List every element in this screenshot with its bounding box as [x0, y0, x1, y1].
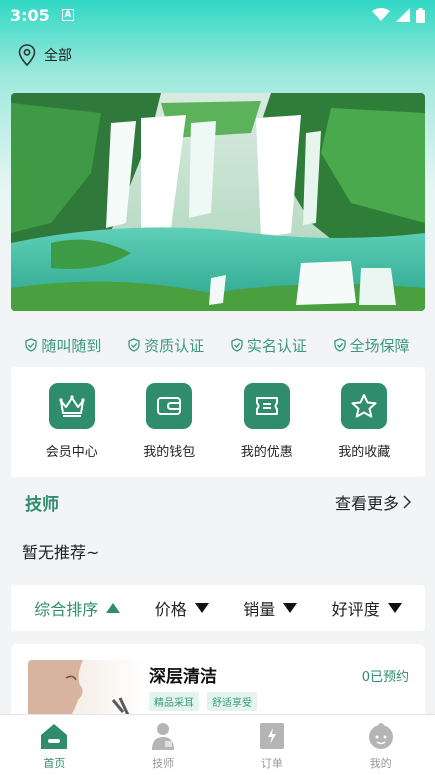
quick-item-label: 我的优惠: [240, 445, 293, 460]
banner-image[interactable]: [11, 93, 425, 311]
quick-item-label: 我的收藏: [338, 445, 391, 460]
order-icon: [257, 721, 287, 751]
tab-label: 订单: [260, 757, 283, 770]
face-profile-image: [28, 660, 130, 716]
product-card[interactable]: 深层清洁 0已预约 精品采耳 舒适享受: [11, 644, 425, 716]
wallet-icon: [146, 383, 193, 429]
shield-check-icon: [333, 338, 346, 352]
view-more-button[interactable]: 查看更多: [335, 490, 411, 514]
tab-label: 首页: [43, 757, 66, 770]
sort-label: 综合排序: [34, 600, 99, 619]
technician-icon: [148, 721, 178, 751]
status-icons: [372, 7, 425, 23]
feature-item: 全场保障: [333, 335, 410, 356]
chevron-right-icon: [403, 495, 411, 509]
triangle-down-icon: [387, 603, 402, 613]
tab-technicians[interactable]: 技师: [123, 721, 203, 771]
quick-item-wallet[interactable]: 我的钱包: [124, 383, 214, 477]
status-bar: 3:05 A: [0, 0, 435, 30]
product-tag: 舒适享受: [207, 692, 257, 711]
quick-item-coupons[interactable]: 我的优惠: [222, 383, 312, 477]
tab-label: 技师: [152, 757, 175, 770]
quick-item-favorites[interactable]: 我的收藏: [319, 383, 409, 477]
section-title: 技师: [25, 494, 59, 515]
sort-rating[interactable]: 好评度: [332, 596, 402, 620]
sort-label: 价格: [154, 600, 187, 619]
quick-actions-card: 会员中心 我的钱包 我的优惠 我的收藏: [11, 367, 425, 477]
quick-item-label: 我的钱包: [143, 445, 196, 460]
crown-icon: [48, 383, 95, 429]
wifi-icon: [372, 8, 390, 21]
sort-price[interactable]: 价格: [155, 596, 209, 620]
profile-icon: [366, 721, 396, 751]
sort-bar: 综合排序 价格 销量 好评度: [11, 585, 425, 631]
technicians-header: 技师 查看更多: [11, 487, 425, 517]
triangle-up-icon: [106, 603, 121, 613]
notification-icon: A: [61, 9, 74, 21]
feature-label: 全场保障: [349, 336, 410, 355]
product-thumbnail: [28, 660, 145, 716]
location-label: 全部: [44, 48, 72, 64]
sort-label: 好评度: [331, 600, 380, 619]
shield-check-icon: [128, 338, 140, 352]
empty-recommendation: 暂无推荐~: [22, 543, 100, 562]
tab-label: 我的: [369, 757, 392, 770]
location-selector[interactable]: 全部: [18, 44, 72, 66]
product-booked-count: 0已预约: [361, 670, 409, 685]
shield-check-icon: [231, 338, 243, 352]
location-pin-icon: [18, 44, 36, 66]
tab-orders[interactable]: 订单: [232, 721, 312, 771]
view-more-label: 查看更多: [334, 494, 399, 513]
sort-sales[interactable]: 销量: [243, 596, 298, 620]
shield-check-icon: [25, 338, 38, 352]
home-icon: [39, 721, 69, 751]
status-time: 3:05: [10, 5, 50, 25]
product-tags: 精品采耳 舒适享受: [149, 692, 257, 711]
sort-label: 销量: [243, 600, 276, 619]
tab-profile[interactable]: 我的: [341, 721, 421, 771]
waterfall-landscape-image: [11, 93, 425, 311]
star-icon: [341, 383, 388, 429]
product-tag: 精品采耳: [149, 692, 199, 711]
coupon-icon: [243, 383, 290, 429]
feature-item: 随叫随到: [25, 335, 101, 356]
feature-label: 资质认证: [144, 336, 205, 355]
quick-item-member-center[interactable]: 会员中心: [27, 383, 117, 477]
battery-icon: [416, 7, 425, 23]
tab-home[interactable]: 首页: [14, 721, 94, 771]
feature-label: 随叫随到: [41, 336, 102, 355]
signal-icon: [396, 8, 410, 22]
quick-item-label: 会员中心: [45, 445, 98, 460]
triangle-down-icon: [194, 603, 209, 613]
bottom-tab-bar: 首页 技师 订单 我的: [0, 714, 435, 775]
service-guarantees: 随叫随到 资质认证 实名认证 全场保障: [0, 333, 435, 357]
product-name: 深层清洁: [149, 667, 217, 687]
feature-item: 实名认证: [231, 335, 307, 356]
sort-comprehensive[interactable]: 综合排序: [34, 596, 121, 620]
triangle-down-icon: [283, 603, 298, 613]
feature-label: 实名认证: [246, 336, 307, 355]
feature-item: 资质认证: [128, 335, 204, 356]
